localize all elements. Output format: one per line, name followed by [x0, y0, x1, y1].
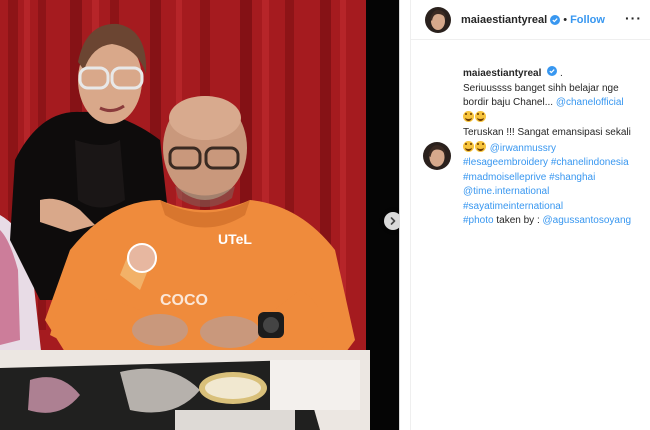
caption-username[interactable]: maiaestiantyreal — [463, 68, 541, 79]
verified-badge-icon — [550, 14, 561, 25]
caption-line-3: bordir baju Chanel... @chanelofficial — [463, 96, 642, 111]
caption-line-1: maiaestiantyreal . — [463, 66, 642, 82]
hashtag-sayatimeinternational[interactable]: #sayatimeinternational — [463, 201, 563, 212]
verified-badge-icon — [547, 66, 558, 76]
instagram-post-view: UTeL COCO maiaestiantyreal • Follow ··· … — [0, 0, 650, 430]
next-photo-button[interactable] — [384, 212, 399, 230]
caption-author-avatar[interactable] — [423, 142, 451, 170]
photo-illustration: UTeL COCO — [0, 0, 399, 430]
grinning-face-icon — [463, 140, 474, 152]
mention-irwanmussry[interactable]: @irwanmussry — [490, 143, 556, 154]
mention-time-international[interactable]: @time.international — [463, 186, 549, 197]
caption-text-chanel: bordir baju Chanel... — [463, 97, 556, 108]
more-options-button[interactable]: ··· — [625, 10, 642, 26]
author-username[interactable]: maiaestiantyreal — [461, 14, 547, 26]
hashtag-line-1: #lesageembroidery #chanelindonesia — [463, 156, 642, 171]
author-avatar[interactable] — [425, 6, 451, 33]
hashtag-shanghai[interactable]: #shanghai — [549, 172, 595, 183]
mention-line-time: @time.international — [463, 185, 642, 200]
separator-dot: • — [563, 13, 568, 26]
caption-dot: . — [557, 68, 563, 79]
hashtag-lesageembroidery[interactable]: #lesageembroidery — [463, 157, 548, 168]
avatar-photo — [425, 6, 451, 33]
follow-button[interactable]: Follow — [570, 14, 605, 26]
caption-text: maiaestiantyreal . Seriuussss banget sih… — [463, 66, 642, 229]
comments-section: maiaestiantyreal . Seriuussss banget sih… — [411, 40, 650, 229]
grinning-face-icon — [475, 140, 486, 152]
mention-agussantosoyang[interactable]: @agussantosoyang — [543, 215, 632, 226]
hashtag-chanelindonesia[interactable]: #chanelindonesia — [551, 157, 629, 168]
post-details-panel: maiaestiantyreal • Follow ··· maiaestian… — [410, 0, 650, 430]
post-photo[interactable]: UTeL COCO — [0, 0, 400, 430]
chevron-right-icon — [390, 217, 396, 225]
caption-line-5: Teruskan !!! Sangat emansipasi sekali — [463, 127, 631, 138]
caption-comment: maiaestiantyreal . Seriuussss banget sih… — [423, 66, 642, 229]
mention-chanelofficial[interactable]: @chanelofficial — [556, 97, 624, 108]
photo-credit-line: #photo taken by : @agussantosoyang — [463, 214, 642, 229]
hashtag-line-sayatime: #sayatimeinternational — [463, 200, 642, 215]
photo-credit-text: taken by : — [493, 215, 543, 226]
hashtag-line-2: #madmoiselleprive #shanghai — [463, 171, 642, 186]
grinning-face-icon — [463, 110, 474, 122]
svg-text:COCO: COCO — [160, 292, 208, 309]
caption-line-2: Seriuussss banget sihh belajar nge — [463, 82, 619, 94]
avatar-photo — [423, 142, 451, 170]
hashtag-madmoiselleprive[interactable]: #madmoiselleprive — [463, 172, 546, 183]
post-header: maiaestiantyreal • Follow ··· — [411, 0, 650, 40]
caption-emoji-line — [463, 110, 642, 127]
hashtag-photo[interactable]: #photo — [463, 215, 494, 226]
svg-text:UTeL: UTeL — [218, 231, 252, 247]
caption-line-6: @irwanmussry — [463, 140, 642, 157]
grinning-face-icon — [475, 110, 486, 122]
